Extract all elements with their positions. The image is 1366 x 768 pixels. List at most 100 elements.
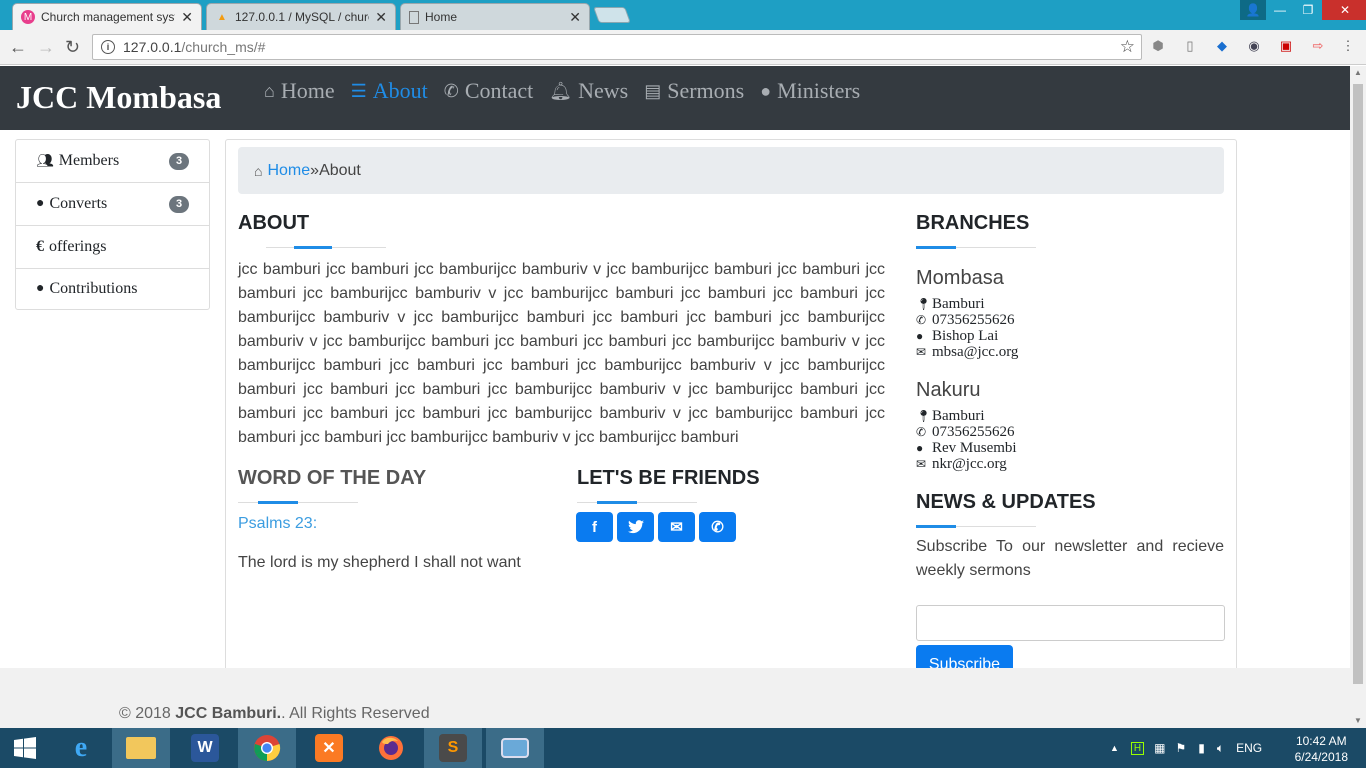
volume-icon[interactable]: 🔈︎ <box>1217 741 1224 756</box>
extension-page-icon[interactable]: ▯ <box>1182 38 1198 54</box>
restore-icon[interactable]: ❐ <box>1294 0 1322 20</box>
copyright-suffix: . All Rights Reserved <box>281 705 430 722</box>
user-icon: ● <box>36 281 45 296</box>
nav-ministers[interactable]: ● Ministers <box>760 78 860 104</box>
book-icon: ▤ <box>644 80 662 101</box>
scrollbar-thumb[interactable] <box>1353 84 1363 684</box>
page-scrollbar[interactable]: ▲ ▼ <box>1350 66 1366 728</box>
minimize-icon[interactable]: — <box>1266 0 1294 20</box>
count-badge: 3 <box>169 153 189 170</box>
battery-icon[interactable]: ▮ <box>1198 741 1205 755</box>
tab-church-management[interactable]: M Church management syst ✕ <box>12 3 202 30</box>
heading-accent <box>597 501 637 504</box>
nav-sermons[interactable]: ▤ Sermons <box>644 78 744 104</box>
address-bar[interactable]: i 127.0.0.1/church_ms/# ☆ <box>92 34 1142 60</box>
start-button[interactable] <box>0 728 50 768</box>
close-icon[interactable]: ✕ <box>181 9 193 26</box>
nav-about[interactable]: ☰ About <box>351 78 428 104</box>
firefox-icon <box>379 736 403 760</box>
phone-icon[interactable]: ✆ <box>699 512 736 542</box>
reload-icon[interactable]: ↻ <box>65 37 80 58</box>
extension-cube-icon[interactable]: ⬢ <box>1150 38 1166 54</box>
tab-title: Church management syst <box>41 10 176 24</box>
back-arrow-icon[interactable]: ← <box>9 37 27 58</box>
sidebar-item-label: Converts <box>49 195 108 212</box>
system-clock[interactable]: 10:42 AM 6/24/2018 <box>1295 733 1348 765</box>
sidebar-item-contributions[interactable]: ● Contributions <box>16 269 209 309</box>
extension-diamond-icon[interactable]: ◆ <box>1214 38 1230 54</box>
branch-minister-text: Bishop Lai <box>932 328 999 344</box>
word-icon: W <box>191 734 219 762</box>
branch-email: ✉ nkr@jcc.org <box>916 456 1007 473</box>
nav-contact[interactable]: ✆ Contact <box>444 78 534 104</box>
list-icon: ☰ <box>350 80 367 101</box>
photos-app[interactable] <box>486 728 544 768</box>
twitter-icon[interactable] <box>617 512 654 542</box>
language-indicator[interactable]: ENG <box>1236 741 1262 755</box>
newsletter-text: Subscribe To our newsletter and recieve … <box>916 538 1224 579</box>
facebook-icon[interactable]: f <box>576 512 613 542</box>
phpmyadmin-favicon-icon: ▲ <box>217 11 227 23</box>
firefox-app[interactable] <box>362 728 420 768</box>
tab-home[interactable]: Home ✕ <box>400 3 590 30</box>
user-icon: ● <box>916 441 924 455</box>
network-icon[interactable]: ▦ <box>1154 741 1165 755</box>
page-icon <box>409 10 419 24</box>
sidebar-item-label: Contributions <box>49 280 138 297</box>
branch-email: ✉ mbsa@jcc.org <box>916 344 1018 361</box>
xampp-icon: ✕ <box>315 734 343 762</box>
branch-minister-text: Rev Musembi <box>932 440 1017 456</box>
nav-label: Contact <box>464 78 534 103</box>
sidebar-item-members[interactable]: 👥︎ Members 3 <box>16 140 209 183</box>
info-icon[interactable]: i <box>101 40 115 54</box>
forward-arrow-icon[interactable]: → <box>37 37 55 58</box>
sidebar-item-offerings[interactable]: € offerings <box>16 226 209 269</box>
chrome-icon <box>254 735 281 762</box>
scroll-down-icon[interactable]: ▼ <box>1350 714 1366 728</box>
close-icon[interactable]: ✕ <box>569 9 581 26</box>
site-brand[interactable]: JCC Mombasa <box>16 79 221 116</box>
window-controls: 👤 — ❐ ✕ <box>1240 0 1366 20</box>
scripture-reference: Psalms 23: <box>238 515 318 532</box>
menu-dots-icon[interactable]: ⋮ <box>1340 38 1356 54</box>
bookmark-star-icon[interactable]: ☆ <box>1120 37 1135 57</box>
tab-phpmyadmin[interactable]: ▲ 127.0.0.1 / MySQL / churc ✕ <box>206 3 396 30</box>
main-content-card: ⌂ Home » About ABOUT jcc bamburi jcc bamb… <box>225 139 1237 728</box>
browser-tabstrip: M Church management syst ✕ ▲ 127.0.0.1 /… <box>0 0 1366 30</box>
sublime-text-app[interactable]: S <box>424 728 482 768</box>
sidebar-item-converts[interactable]: ● Converts 3 <box>16 183 209 226</box>
word-app[interactable]: W <box>176 728 234 768</box>
action-center-flag-icon[interactable]: ⚑ <box>1176 741 1187 755</box>
extension-arrow-icon[interactable]: ⇨ <box>1310 38 1326 54</box>
close-icon[interactable]: ✕ <box>375 9 387 26</box>
chrome-app[interactable] <box>238 728 296 768</box>
file-explorer-app[interactable] <box>112 728 170 768</box>
newsletter-email-input[interactable] <box>916 605 1225 641</box>
tray-app-icon[interactable]: H <box>1130 741 1145 755</box>
breadcrumb-home-link[interactable]: Home <box>267 162 310 180</box>
envelope-icon[interactable]: ✉ <box>658 512 695 542</box>
phone-icon: ✆ <box>916 425 927 439</box>
news-heading: NEWS & UPDATES <box>916 491 1096 513</box>
heading-accent <box>916 246 956 249</box>
social-buttons: f ✉ ✆ <box>576 512 736 542</box>
chevron-up-icon[interactable]: ▲ <box>1110 743 1119 753</box>
extension-pdf-icon[interactable]: ▣ <box>1278 38 1294 54</box>
envelope-icon: ✉ <box>916 345 927 359</box>
nav-news[interactable]: 🔔︎ News <box>549 78 628 104</box>
new-tab-button[interactable] <box>593 7 631 23</box>
heading-underline <box>238 501 358 504</box>
nav-home[interactable]: ⌂ Home <box>264 78 335 104</box>
xampp-app[interactable]: ✕ <box>300 728 358 768</box>
window-close-icon[interactable]: ✕ <box>1322 0 1366 20</box>
extension-eye-icon[interactable]: ◉ <box>1246 38 1262 54</box>
profile-icon[interactable]: 👤 <box>1240 0 1266 20</box>
windows-logo-icon <box>14 737 36 759</box>
nav-label: Ministers <box>777 78 861 103</box>
count-badge: 3 <box>169 196 189 213</box>
scroll-up-icon[interactable]: ▲ <box>1350 66 1366 80</box>
clock-time: 10:42 AM <box>1295 734 1347 748</box>
breadcrumb-current: About <box>319 161 361 179</box>
page-viewport: JCC Mombasa ⌂ Home ☰ About ✆ Contact 🔔︎ News… <box>0 66 1350 728</box>
internet-explorer-app[interactable]: e <box>52 728 110 768</box>
